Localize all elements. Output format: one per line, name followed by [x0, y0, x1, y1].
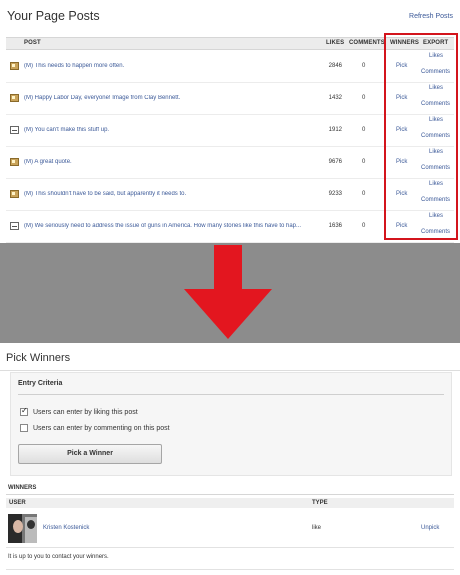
- contact-winners-note: It is up to you to contact your winners.: [8, 554, 109, 560]
- like-entry-checkbox[interactable]: [20, 406, 28, 416]
- pick-winners-title: Pick Winners: [6, 352, 71, 364]
- post-comments: 0: [362, 191, 366, 197]
- post-likes: 1636: [328, 223, 342, 229]
- divider: [0, 370, 460, 371]
- post-likes: 9676: [328, 159, 342, 165]
- post-text-link[interactable]: (M) A great quote.: [24, 159, 324, 165]
- comment-entry-checkbox[interactable]: [20, 424, 28, 432]
- link-icon: [10, 126, 19, 134]
- divider: [6, 569, 454, 570]
- post-comments: 0: [362, 95, 366, 101]
- column-header-post: POST: [24, 40, 41, 46]
- post-comments: 0: [362, 159, 366, 165]
- post-likes: 1432: [328, 95, 342, 101]
- post-text-link[interactable]: (M) This shouldn't have to be said, but …: [24, 191, 324, 197]
- page-posts-title: Your Page Posts: [7, 9, 100, 23]
- winners-table-header: USER TYPE: [6, 498, 454, 508]
- post-text-link[interactable]: (M) We seriously need to address the iss…: [24, 223, 324, 229]
- transition-band: [0, 243, 460, 343]
- like-entry-label: Users can enter by liking this post: [33, 409, 138, 416]
- down-arrow-icon: [184, 245, 272, 339]
- divider: [6, 494, 454, 495]
- post-likes: 2846: [328, 63, 342, 69]
- unpick-link[interactable]: Unpick: [421, 525, 439, 531]
- entry-criteria-box: Entry Criteria Users can enter by liking…: [10, 372, 452, 476]
- photo-icon: [10, 94, 19, 102]
- winners-section-title: WINNERS: [8, 485, 37, 491]
- post-text-link[interactable]: (M) You can't make this stuff up.: [24, 127, 324, 133]
- link-icon: [10, 222, 19, 230]
- photo-icon: [10, 190, 19, 198]
- pick-a-winner-button[interactable]: Pick a Winner: [18, 444, 162, 464]
- post-text-link[interactable]: (M) This needs to happen more often.: [24, 63, 324, 69]
- page-posts-panel: Your Page Posts Refresh Posts POST LIKES…: [0, 0, 460, 243]
- photo-icon: [10, 158, 19, 166]
- post-comments: 0: [362, 223, 366, 229]
- winners-export-highlight-box: [384, 33, 458, 240]
- entry-criteria-title: Entry Criteria: [18, 380, 63, 387]
- winner-type: like: [312, 525, 322, 531]
- post-comments: 0: [362, 63, 366, 69]
- post-text-link[interactable]: (M) Happy Labor Day, everyone! Image fro…: [24, 95, 324, 101]
- comment-entry-label: Users can enter by commenting on this po…: [33, 425, 170, 432]
- divider: [6, 547, 454, 548]
- column-header-likes: LIKES: [326, 40, 345, 46]
- divider: [18, 394, 444, 395]
- refresh-posts-link[interactable]: Refresh Posts: [409, 13, 453, 20]
- avatar: [8, 514, 37, 543]
- post-comments: 0: [362, 127, 366, 133]
- post-likes: 9233: [328, 191, 342, 197]
- column-header-comments: COMMENTS: [349, 40, 385, 46]
- photo-icon: [10, 62, 19, 70]
- column-header-user: USER: [9, 500, 26, 506]
- post-likes: 1912: [328, 127, 342, 133]
- pick-winners-panel: Pick Winners Entry Criteria Users can en…: [0, 343, 460, 575]
- column-header-type: TYPE: [312, 500, 328, 506]
- winner-name-link[interactable]: Kristen Kostenick: [43, 525, 89, 531]
